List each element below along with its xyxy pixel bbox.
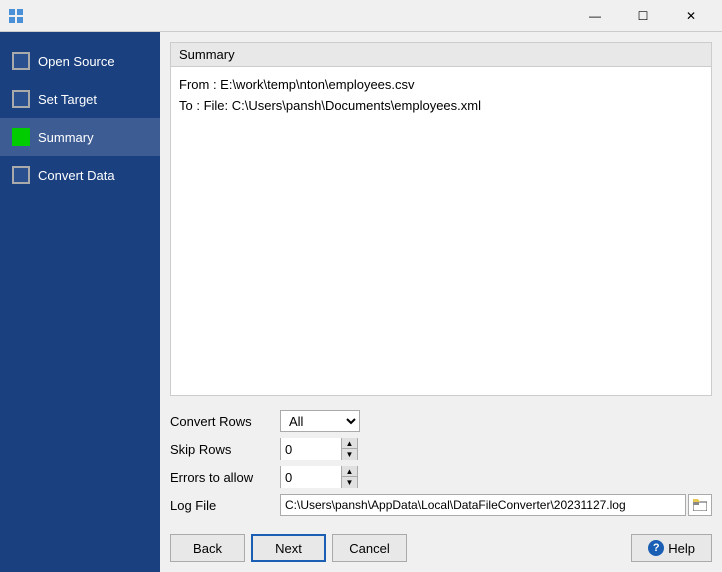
skip-rows-input[interactable] — [281, 438, 341, 460]
skip-rows-spinner: ▲ ▼ — [280, 438, 358, 460]
cancel-button[interactable]: Cancel — [332, 534, 407, 562]
content-area: Summary From : E:\work\temp\nton\employe… — [160, 32, 722, 572]
convert-rows-select[interactable]: All Custom — [280, 410, 360, 432]
errors-down[interactable]: ▼ — [341, 477, 357, 488]
main-container: Open Source Set Target Summary Convert D… — [0, 32, 722, 572]
summary-header: Summary — [171, 43, 711, 67]
sidebar-label-summary: Summary — [38, 130, 94, 145]
logfile-row: Log File — [170, 494, 712, 516]
sidebar-item-summary[interactable]: Summary — [0, 118, 160, 156]
close-button[interactable]: ✕ — [668, 0, 714, 32]
sidebar: Open Source Set Target Summary Convert D… — [0, 32, 160, 572]
logfile-browse-button[interactable] — [688, 494, 712, 516]
sidebar-item-open-source[interactable]: Open Source — [0, 42, 160, 80]
errors-input[interactable] — [281, 466, 341, 488]
title-bar: — ☐ ✕ — [0, 0, 722, 32]
sidebar-label-convert-data: Convert Data — [38, 168, 115, 183]
logfile-input[interactable] — [280, 494, 686, 516]
back-button[interactable]: Back — [170, 534, 245, 562]
convert-rows-label: Convert Rows — [170, 414, 280, 429]
sidebar-label-set-target: Set Target — [38, 92, 97, 107]
logfile-label: Log File — [170, 498, 280, 513]
skip-rows-up[interactable]: ▲ — [341, 438, 357, 449]
help-label: Help — [668, 541, 695, 556]
errors-up[interactable]: ▲ — [341, 466, 357, 477]
step-indicator-set-target — [12, 90, 30, 108]
skip-rows-row: Skip Rows ▲ ▼ — [170, 438, 712, 460]
convert-rows-control: All Custom — [280, 410, 360, 432]
step-indicator-convert-data — [12, 166, 30, 184]
button-bar: Back Next Cancel ? Help — [170, 526, 712, 562]
skip-rows-label: Skip Rows — [170, 442, 280, 457]
summary-panel: Summary From : E:\work\temp\nton\employe… — [170, 42, 712, 396]
errors-label: Errors to allow — [170, 470, 280, 485]
sidebar-label-open-source: Open Source — [38, 54, 115, 69]
errors-row: Errors to allow ▲ ▼ — [170, 466, 712, 488]
skip-rows-down[interactable]: ▼ — [341, 449, 357, 460]
errors-spinner: ▲ ▼ — [280, 466, 358, 488]
summary-body: From : E:\work\temp\nton\employees.csv T… — [171, 67, 711, 125]
app-icon — [8, 8, 24, 24]
from-line: From : E:\work\temp\nton\employees.csv — [179, 75, 703, 96]
errors-buttons: ▲ ▼ — [341, 466, 357, 488]
minimize-button[interactable]: — — [572, 0, 618, 32]
convert-rows-row: Convert Rows All Custom — [170, 410, 712, 432]
help-button[interactable]: ? Help — [631, 534, 712, 562]
skip-rows-buttons: ▲ ▼ — [341, 438, 357, 460]
sidebar-item-set-target[interactable]: Set Target — [0, 80, 160, 118]
to-line: To : File: C:\Users\pansh\Documents\empl… — [179, 96, 703, 117]
window-controls: — ☐ ✕ — [572, 0, 714, 32]
help-icon: ? — [648, 540, 664, 556]
step-indicator-summary — [12, 128, 30, 146]
options-panel: Convert Rows All Custom Skip Rows ▲ ▼ — [170, 406, 712, 526]
step-indicator-open-source — [12, 52, 30, 70]
maximize-button[interactable]: ☐ — [620, 0, 666, 32]
sidebar-item-convert-data[interactable]: Convert Data — [0, 156, 160, 194]
next-button[interactable]: Next — [251, 534, 326, 562]
